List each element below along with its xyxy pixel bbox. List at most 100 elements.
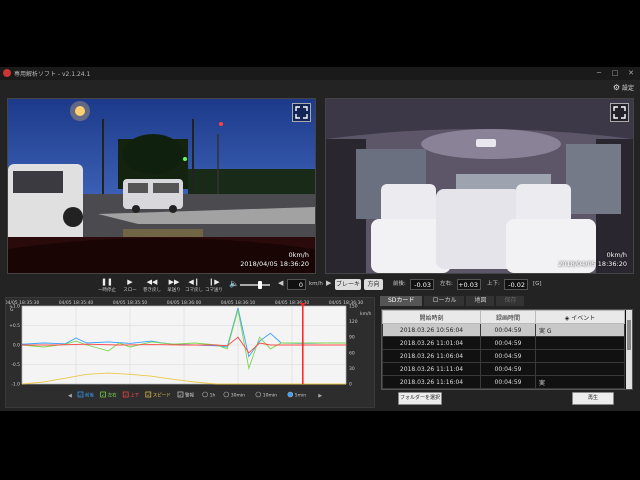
legend-label: 左右 [108,392,117,399]
chart-y-right-tick-label: 0 [349,382,352,388]
pause-label: 一時停止 [98,288,116,293]
speed-unit: km/h [309,281,323,287]
table-row[interactable]: 2018.03.26 11:16:04 00:04:59 実 [382,375,625,389]
row-start: 2018.03.26 11:11:04 [382,362,481,376]
chart-y-right-tick-label: 30 [349,366,355,372]
row-duration: 00:04:59 [480,323,536,337]
turn-indicator: 方向 [364,279,383,290]
maximize-icon[interactable]: □ [608,68,622,79]
minimize-icon[interactable]: ─ [592,68,606,79]
range-label: 10min [263,393,277,399]
g-unit: [G] [533,281,542,287]
rear-speed: 0km/h [606,251,627,259]
chevron-right-icon[interactable]: ▶ [326,279,331,287]
column-start-time[interactable]: 開始時刻 [382,310,481,324]
scrollbar-thumb[interactable] [627,320,631,350]
chart-x-tick-label: 04/05 18:36:00 [167,300,202,306]
chart-y-left-tick-label: -1.0 [11,382,20,388]
rewind-button[interactable]: ◀◀ 巻き戻し [143,278,161,293]
tab-local[interactable]: ローカル [424,296,465,306]
close-icon[interactable]: ✕ [624,68,638,79]
app-window: 専用解析ソフト - v2.1.24.1 ─ □ ✕ ⚙ 設定 0km/h 201… [0,67,640,411]
volume-slider-thumb[interactable] [258,281,262,289]
chart-x-tick-label: 04/05 18:35:40 [59,300,94,306]
left-right-label: 左右: [440,281,453,287]
table-row[interactable]: 2018.03.26 11:06:04 00:04:59 [382,349,625,363]
tab-map[interactable]: 地図 [466,296,495,306]
table-row[interactable]: 2018.03.26 10:56:04 00:04:59 実 G [382,323,625,337]
table-row[interactable]: 2018.03.26 11:01:04 00:04:59 [382,336,625,350]
settings-label: 設定 [621,85,634,92]
app-logo-icon [3,69,11,77]
fullscreen-button-rear[interactable] [610,103,629,122]
chart-y-right-tick-label: 120 [349,319,358,325]
chart-y-right-tick-label: 90 [349,335,355,341]
fullscreen-button-front[interactable] [292,103,311,122]
front-camera-video[interactable]: 0km/h 2018/04/05 18:36:20 [7,98,316,274]
event-table: 開始時刻 録画時間 ◈ イベント 2018.03.26 10:56:04 00:… [382,310,625,389]
range-label: 1h [210,393,216,399]
frame-back-label: コマ戻し [185,288,203,293]
source-tabs: SDカード ローカル 地図 保存 [380,296,525,306]
event-table-header: 開始時刻 録画時間 ◈ イベント [382,310,625,324]
check-icon: ✓ [147,394,151,399]
slow-button[interactable]: ▶ スロー [121,278,139,293]
row-duration: 00:04:59 [480,375,536,389]
sensor-chart-panel: 04/05 18:35:30 04/05 18:35:40 04/05 18:35:… [5,297,375,408]
title-bar: 専用解析ソフト - v2.1.24.1 ─ □ ✕ [0,67,640,80]
event-list-scrollbar[interactable] [626,310,632,389]
front-camera-image [8,99,315,273]
chart-y-right-tick-label: 150 [349,304,358,310]
select-folder-button[interactable]: フォルダーを選択 [398,392,442,405]
fast-forward-label: 早送り [167,288,181,293]
legend-label: 上下 [130,392,139,399]
chart-y-left-tick-label: +0.5 [9,323,20,329]
column-duration[interactable]: 録画時間 [480,310,536,324]
row-event: 実 G [535,323,625,337]
volume-slider[interactable] [240,281,270,289]
settings-button[interactable]: ⚙ 設定 [613,83,634,92]
range-radio [223,391,230,398]
chevron-left-icon[interactable]: ◀ [278,279,283,287]
fast-forward-button[interactable]: ▶▶ 早送り [165,278,183,293]
chart-y-left-tick-label: 0.0 [13,343,20,349]
pause-button[interactable]: ❚❚ 一時停止 [98,278,116,293]
interior-camera-image [326,99,633,273]
slow-label: スロー [123,288,137,293]
row-start: 2018.03.26 11:06:04 [382,349,481,363]
check-icon: ✓ [79,394,83,399]
column-event[interactable]: ◈ イベント [535,310,625,324]
tab-save: 保存 [496,296,525,306]
gear-icon: ⚙ [612,83,620,92]
table-row[interactable]: 2018.03.26 11:11:04 00:04:59 [382,362,625,376]
rear-timestamp: 2018/04/05 18:36:20 [558,260,627,268]
row-duration: 00:04:59 [480,336,536,350]
slow-icon: ▶ [127,278,133,286]
rewind-icon: ◀◀ [146,278,158,286]
rewind-label: 巻き戻し [143,288,161,293]
volume-icon: 🔈 [229,279,239,288]
play-button[interactable]: 再生 [572,392,614,405]
front-back-label: 前後: [393,281,406,287]
range-radio [202,391,208,398]
range-radio [255,391,262,398]
check-icon: ✓ [101,394,105,399]
left-right-value: +0.03 [457,279,481,290]
front-speed: 0km/h [288,251,309,259]
tab-sd-card[interactable]: SDカード [380,296,423,306]
sensor-chart[interactable]: 04/05 18:35:30 04/05 18:35:40 04/05 18:35:… [5,298,374,407]
row-start: 2018.03.26 11:16:04 [382,375,481,389]
check-icon: ✓ [124,394,128,399]
fast-forward-icon: ▶▶ [168,278,180,286]
frame-forward-button[interactable]: ❙▶ コマ送り [205,278,223,293]
legend-label: スピード [153,393,171,399]
rear-camera-video[interactable]: 0km/h 2018/04/05 18:36:20 [325,98,634,274]
chart-x-tick-label: 04/05 18:36:30 [329,300,364,306]
frame-forward-icon: ❙▶ [208,278,220,286]
row-start: 2018.03.26 11:01:04 [382,336,481,350]
legend-label: 警報 [185,392,194,399]
expand-icon [295,106,308,119]
check-icon: ✓ [179,394,183,399]
frame-back-button[interactable]: ◀❙ コマ戻し [185,278,203,293]
playback-controls: ❚❚ 一時停止 ▶ スロー ◀◀ 巻き戻し ▶▶ 早送り ◀❙ コマ戻し ❙▶ コマ送り 🔈… [0,275,640,299]
